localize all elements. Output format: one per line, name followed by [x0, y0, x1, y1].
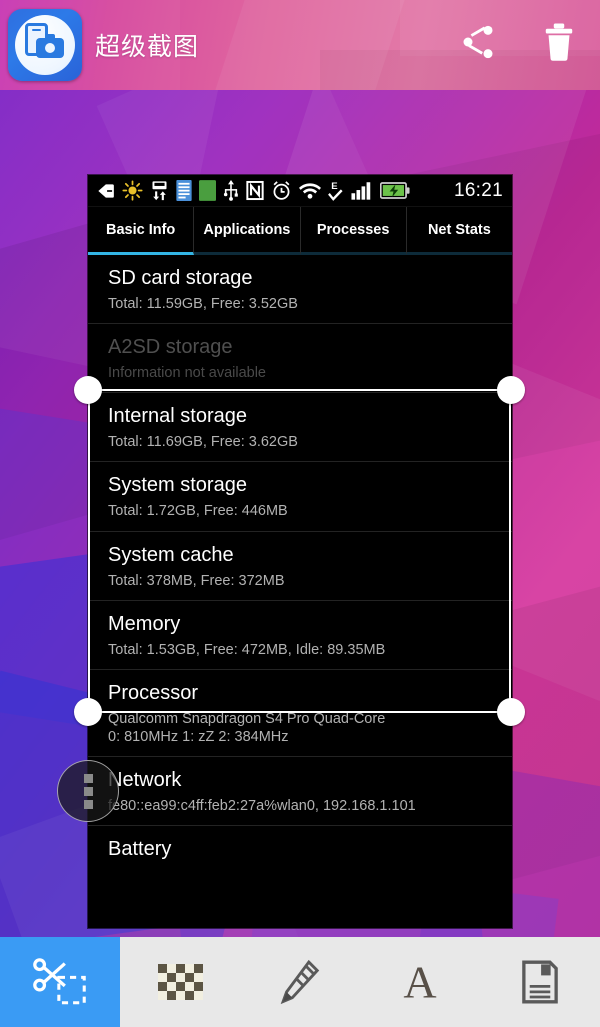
- tab-applications[interactable]: Applications: [194, 207, 301, 255]
- data-transfer-icon: [152, 181, 167, 201]
- text-tool[interactable]: A: [360, 937, 480, 1027]
- info-list: SD card storage Total: 11.59GB, Free: 3.…: [88, 255, 512, 873]
- tab-label: Net Stats: [427, 221, 491, 238]
- list-item[interactable]: System cache Total: 378MB, Free: 372MB: [88, 532, 512, 601]
- signal-bars-icon: [351, 182, 371, 200]
- list-item-title: Internal storage: [108, 405, 247, 428]
- svg-text:E: E: [331, 181, 337, 192]
- list-item-detail: fe80::ea99:c4ff:feb2:27a%wlan0, 192.168.…: [108, 798, 416, 814]
- pencil-icon: [280, 959, 320, 1005]
- save-tool[interactable]: [480, 937, 600, 1027]
- list-item[interactable]: Internal storage Total: 11.69GB, Free: 3…: [88, 393, 512, 463]
- tab-processes[interactable]: Processes: [300, 207, 407, 255]
- list-item-title: Memory: [108, 612, 181, 635]
- tab-label: Processes: [316, 221, 390, 238]
- list-item-title: Network: [108, 769, 182, 791]
- status-bar-clock: 16:21: [453, 179, 503, 201]
- list-item[interactable]: Memory Total: 1.53GB, Free: 472MB, Idle:…: [88, 601, 512, 670]
- checkerboard-icon: [157, 964, 203, 1000]
- list-item[interactable]: Processor Qualcomm Snapdragon S4 Pro Qua…: [88, 670, 512, 757]
- share-icon[interactable]: [458, 22, 498, 62]
- list-item-detail: Qualcomm Snapdragon S4 Pro Quad-Core 0: …: [108, 710, 386, 745]
- list-item-detail: Information not available: [108, 365, 266, 382]
- list-item[interactable]: Battery: [88, 826, 512, 872]
- camera-glyph-icon: [36, 34, 64, 58]
- scissors-crop-icon: [33, 958, 86, 1005]
- list-item: A2SD storage Information not available: [88, 324, 512, 394]
- crop-tool[interactable]: [0, 937, 120, 1027]
- app-header: 超级截图: [0, 0, 600, 90]
- nfc-icon: [246, 180, 264, 201]
- wifi-icon: [299, 183, 321, 199]
- header-actions: [458, 22, 578, 62]
- list-item-detail: Total: 11.69GB, Free: 3.62GB: [108, 434, 298, 451]
- floppy-save-icon: [522, 960, 558, 1004]
- list-item-title: SD card storage: [108, 267, 253, 289]
- edge-network-icon: E: [328, 181, 343, 201]
- list-item-title: A2SD storage: [108, 336, 233, 359]
- captured-screenshot-image[interactable]: E 16:21 Basic Info Applications Processe…: [88, 175, 512, 928]
- list-item-detail: Total: 1.72GB, Free: 446MB: [108, 503, 288, 520]
- draw-tool[interactable]: [240, 937, 360, 1027]
- usb-icon: [223, 180, 238, 201]
- app-title: 超级截图: [95, 33, 200, 61]
- battery-charging-icon: [380, 182, 410, 199]
- tab-label: Basic Info: [105, 221, 176, 238]
- list-item-title: Processor: [108, 681, 199, 704]
- svg-text:A: A: [403, 957, 436, 1007]
- list-item-detail: Total: 1.53GB, Free: 472MB, Idle: 89.35M…: [108, 641, 386, 658]
- brightness-sun-icon: [122, 180, 143, 201]
- list-item[interactable]: SD card storage Total: 11.59GB, Free: 3.…: [88, 255, 512, 325]
- tab-net-stats[interactable]: Net Stats: [406, 207, 512, 255]
- document-icon: [176, 180, 192, 201]
- tab-basic-info[interactable]: Basic Info: [88, 207, 195, 255]
- screenshot-editor-screen: 超级截图 E 16:21 Basic Info Applications Pro…: [0, 0, 600, 1027]
- back-arrow-icon: [98, 183, 114, 198]
- list-item[interactable]: Network fe80::ea99:c4ff:feb2:27a%wlan0, …: [88, 757, 512, 827]
- editor-toolbar: A: [0, 937, 600, 1027]
- list-item-title: System cache: [108, 543, 234, 566]
- alarm-clock-icon: [273, 181, 290, 200]
- green-square-icon: [199, 180, 216, 201]
- delete-icon[interactable]: [540, 22, 578, 62]
- app-icon[interactable]: [8, 9, 82, 81]
- mosaic-tool[interactable]: [120, 937, 240, 1027]
- tab-bar: Basic Info Applications Processes Net St…: [88, 207, 512, 255]
- list-item-title: System storage: [108, 474, 247, 497]
- list-item[interactable]: System storage Total: 1.72GB, Free: 446M…: [88, 462, 512, 532]
- list-item-detail: Total: 378MB, Free: 372MB: [108, 572, 285, 589]
- text-a-icon: A: [403, 957, 436, 1007]
- tab-label: Applications: [203, 221, 291, 238]
- list-item-detail: Total: 11.59GB, Free: 3.52GB: [108, 296, 298, 312]
- list-item-title: Battery: [108, 838, 172, 861]
- status-bar: E 16:21: [88, 175, 512, 207]
